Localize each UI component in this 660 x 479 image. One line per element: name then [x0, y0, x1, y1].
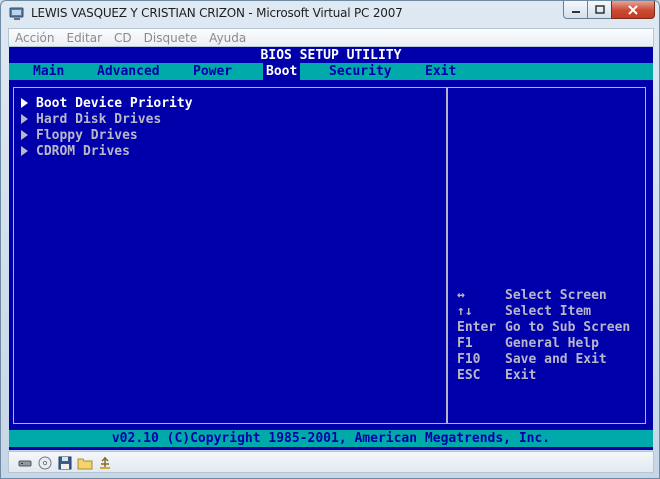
help-desc: Select Item	[505, 304, 592, 319]
help-line: F1 General Help	[457, 336, 599, 352]
tab-exit[interactable]: Exit	[425, 63, 456, 80]
submenu-arrow-icon	[21, 114, 28, 124]
help-line: Enter Go to Sub Screen	[457, 320, 630, 336]
virtual-pc-icon	[9, 7, 24, 20]
tab-advanced[interactable]: Advanced	[97, 63, 160, 80]
menu-bar: Acción Editar CD Disquete Ayuda	[8, 28, 654, 47]
item-label: Hard Disk Drives	[36, 112, 162, 127]
tab-boot[interactable]: Boot	[263, 63, 301, 80]
help-key: F10	[457, 352, 481, 367]
shared-folder-icon[interactable]	[77, 455, 93, 471]
submenu-arrow-icon	[21, 146, 28, 156]
floppy-drives-item[interactable]: Floppy Drives	[21, 128, 138, 144]
help-desc: Select Screen	[505, 288, 607, 303]
submenu-arrow-icon	[21, 98, 28, 108]
bios-tab-bar: Main Advanced Power Boot Security Exit	[9, 63, 653, 80]
maximize-button[interactable]	[587, 1, 612, 19]
help-line: ↑↓ Select Item	[457, 304, 591, 320]
menu-accion[interactable]: Acción	[9, 31, 60, 45]
tab-main[interactable]: Main	[33, 63, 64, 80]
menu-cd[interactable]: CD	[108, 31, 138, 45]
submenu-arrow-icon	[21, 130, 28, 140]
help-desc: Save and Exit	[505, 352, 607, 367]
item-label: Boot Device Priority	[36, 96, 193, 111]
help-key: ↑↓	[457, 304, 473, 319]
cd-drive-icon[interactable]	[37, 455, 53, 471]
help-desc: General Help	[505, 336, 599, 351]
floppy-icon[interactable]	[57, 455, 73, 471]
item-label: Floppy Drives	[36, 128, 138, 143]
help-line: ↔ Select Screen	[457, 288, 607, 304]
tab-power[interactable]: Power	[193, 63, 232, 80]
minimize-button[interactable]	[563, 1, 588, 19]
help-desc: Go to Sub Screen	[505, 320, 631, 335]
bios-screen[interactable]: BIOS SETUP UTILITY Main Advanced Power B…	[9, 47, 653, 450]
maximize-icon	[594, 5, 605, 14]
bios-header: BIOS SETUP UTILITY	[260, 48, 402, 63]
help-key: Enter	[457, 320, 497, 335]
close-button[interactable]	[611, 1, 655, 19]
menu-disquete[interactable]: Disquete	[138, 31, 204, 45]
status-bar	[8, 451, 654, 473]
usb-icon[interactable]	[97, 455, 113, 471]
close-icon	[628, 4, 638, 15]
cdrom-drives-item[interactable]: CDROM Drives	[21, 144, 130, 160]
help-key: ESC	[457, 368, 481, 383]
item-label: CDROM Drives	[36, 144, 130, 159]
menu-ayuda[interactable]: Ayuda	[203, 31, 252, 45]
title-bar[interactable]: LEWIS VASQUEZ Y CRISTIAN CRIZON - Micros…	[1, 1, 659, 27]
help-key: F1	[457, 336, 473, 351]
hard-disk-drives-item[interactable]: Hard Disk Drives	[21, 112, 161, 128]
help-key: ↔	[457, 288, 465, 303]
bios-footer: v02.10 (C)Copyright 1985-2001, American …	[9, 430, 653, 447]
help-desc: Exit	[505, 368, 537, 383]
help-line: ESC Exit	[457, 368, 536, 384]
menu-editar[interactable]: Editar	[60, 31, 108, 45]
minimize-icon	[571, 10, 580, 13]
boot-device-priority-item[interactable]: Boot Device Priority	[21, 96, 193, 112]
window-title: LEWIS VASQUEZ Y CRISTIAN CRIZON - Micros…	[31, 6, 403, 20]
vpc-window: LEWIS VASQUEZ Y CRISTIAN CRIZON - Micros…	[0, 0, 660, 479]
tab-security[interactable]: Security	[329, 63, 392, 80]
network-icon[interactable]	[17, 455, 33, 471]
help-line: F10 Save and Exit	[457, 352, 607, 368]
